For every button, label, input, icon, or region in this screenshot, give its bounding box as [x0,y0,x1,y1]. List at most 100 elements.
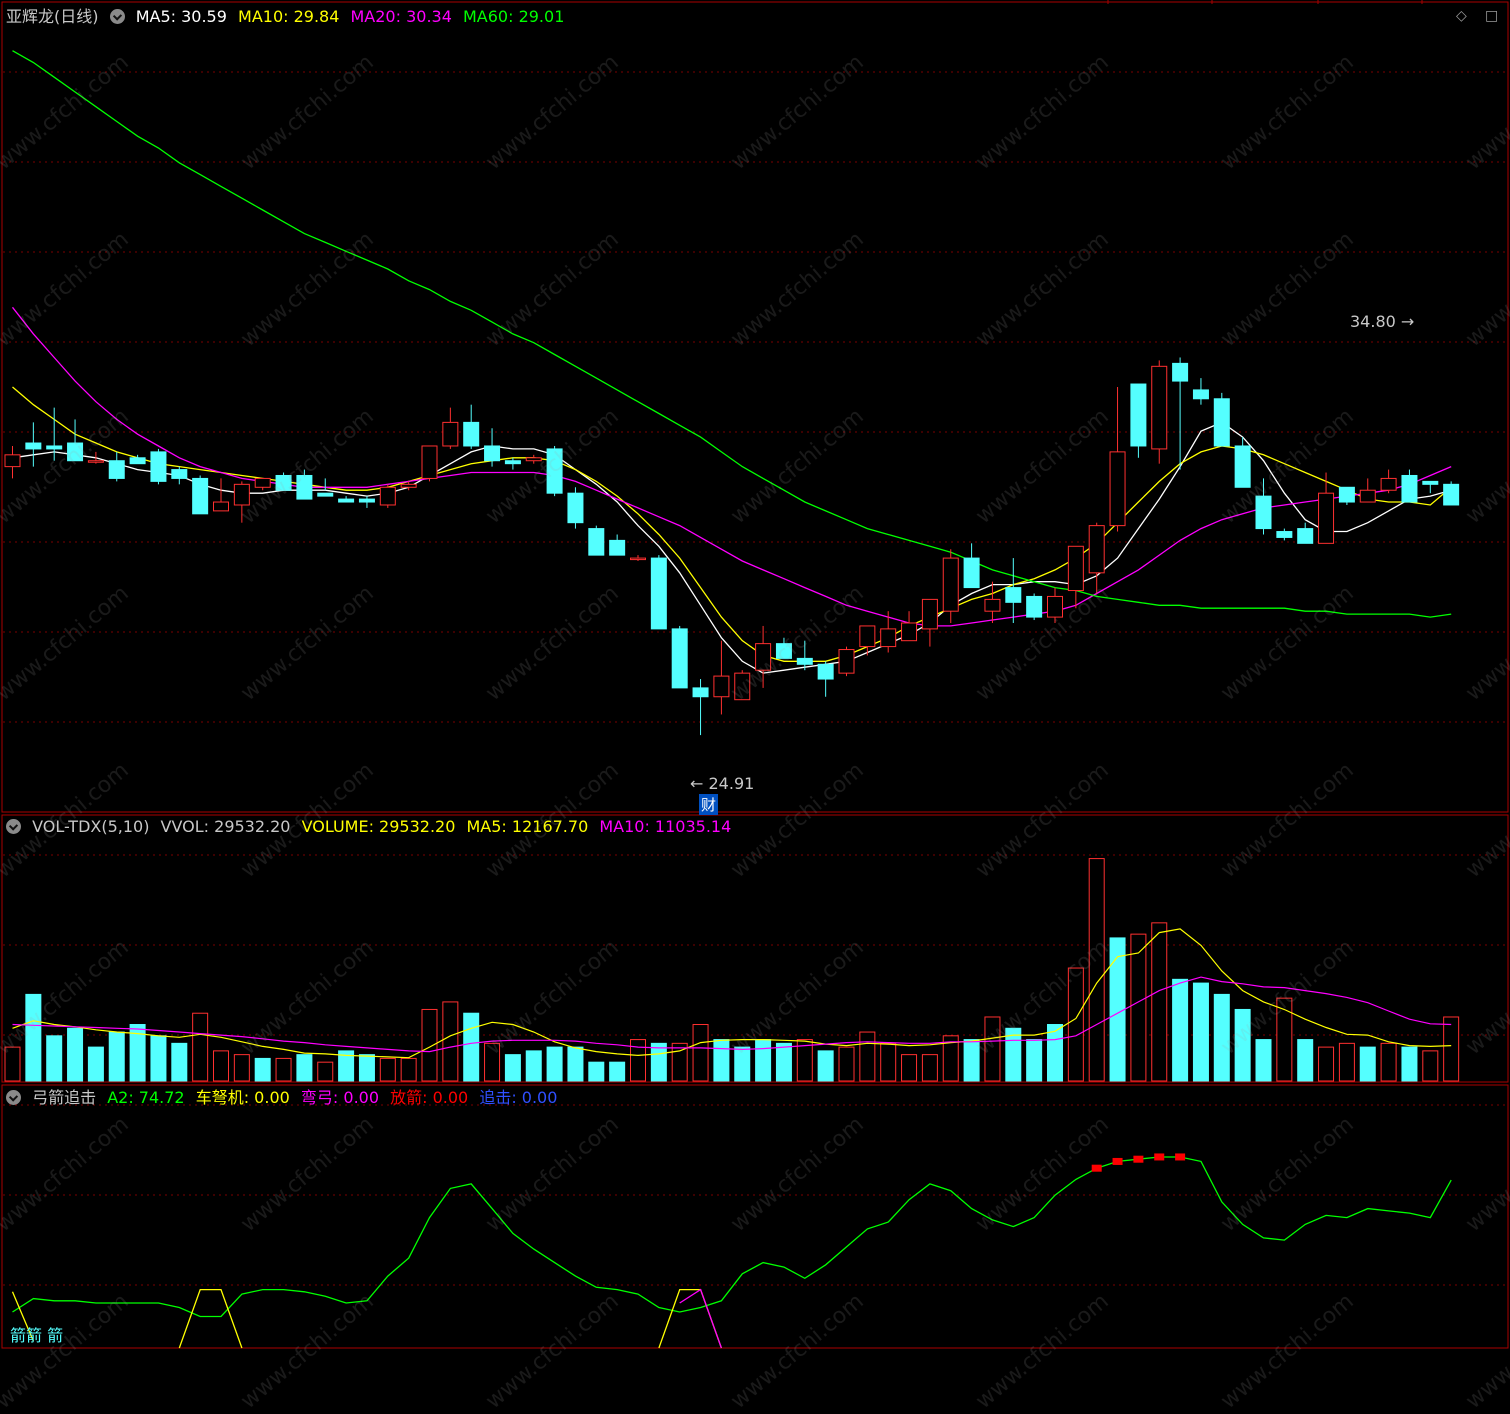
volume-bar [379,1057,396,1082]
volume-bar [25,993,42,1082]
volume-bar [1422,1050,1439,1082]
candle-body [1255,495,1272,530]
volume-bar [1130,933,1147,1082]
volume-bar [1172,978,1189,1082]
candle-body [129,457,146,465]
candle-body [963,557,980,589]
volume-bar [108,1031,125,1082]
volume-bar [588,1061,605,1082]
volume-bar [963,1039,980,1082]
candle-body [984,598,1001,612]
volume-bar [838,1046,855,1082]
legend-ma20: MA20: 30.34 [350,7,452,26]
candle-body [713,675,730,698]
chart-canvas[interactable] [0,0,1510,1350]
volume-bar [4,1046,21,1082]
candle-body [108,460,125,479]
volume-bar [1276,997,1293,1082]
volume-bar [1401,1046,1418,1082]
candle-body [1192,389,1209,400]
volume-bar [484,1042,501,1082]
candle-body [630,557,646,561]
candle-body [609,539,626,556]
candle-body [484,445,501,462]
volume-bar [901,1054,918,1082]
close-square-icon[interactable]: □ [1485,8,1498,24]
legend-chenuji: 车弩机: 0.00 [195,1088,290,1107]
volume-bar [358,1054,375,1082]
candle-body [1109,451,1126,527]
volume-bar [713,1039,730,1082]
candle-body [192,477,209,515]
candle-body [796,657,813,665]
candle-body [838,649,855,674]
volume-bar [775,1042,792,1082]
candle-body [358,498,375,503]
volume-bar [650,1042,667,1082]
volume-bar [150,1035,167,1082]
candle-body [1234,445,1251,488]
fangjian-marker [1112,1157,1123,1165]
candle-body [1213,398,1230,447]
candle-body [1338,486,1355,503]
volume-bar [296,1054,313,1082]
volume-bar [400,1057,417,1082]
legend-volume: VOLUME: 29532.20 [301,817,456,836]
volume-bar [880,1042,897,1082]
candle-body [463,421,480,447]
candle-body [1130,383,1147,447]
volume-bar [692,1024,709,1082]
candle-body [254,477,271,488]
stock-name: 亚辉龙 [6,7,55,26]
stock-period: (日线) [54,7,99,26]
legend-vol-title: VOL-TDX(5,10) [32,817,150,836]
volume-bar [1380,1042,1397,1082]
volume-bar [1443,1016,1460,1082]
candle-body [275,474,292,491]
legend-vvol: VVOL: 29532.20 [160,817,291,836]
volume-bar [609,1061,626,1082]
volume-bar [1255,1039,1272,1082]
volume-bar [734,1046,751,1082]
candle-body [1422,480,1439,485]
volume-bar [1234,1008,1251,1082]
candle-body [379,486,396,506]
legend-fangjian: 放箭: 0.00 [390,1088,469,1107]
candle-body [755,643,772,671]
volume-bar [1067,967,1084,1082]
legend-vol-ma5: MA5: 12167.70 [466,817,589,836]
volume-bar [233,1054,250,1082]
candle-body [1401,474,1418,503]
candle-body [1088,525,1105,574]
candle-body [25,442,42,450]
candle-body [671,628,688,689]
event-tag-cai[interactable]: 财 [699,794,719,815]
indicator-line-车弩机 [11,1288,723,1349]
candle-body [317,492,334,497]
legend-ma5: MA5: 30.59 [135,7,227,26]
volume-bar [1338,1042,1355,1082]
candle-body [46,445,63,450]
candle-body [1172,362,1189,382]
volume-bar [421,1008,438,1082]
candle-body [1443,483,1460,506]
candle-body [1047,595,1063,618]
volume-bar [87,1046,104,1082]
candle-body [1026,595,1043,618]
legend-wangong: 弯弓: 0.00 [300,1088,380,1107]
volume-bar [921,1054,938,1082]
volume-legend: VOL-TDX(5,10) VVOL: 29532.20 VOLUME: 295… [6,816,737,838]
candle-body [567,492,584,524]
volume-bar [1318,1046,1335,1082]
volume-bar [275,1057,292,1082]
candle-body [296,474,313,500]
volume-bar [254,1057,271,1082]
volume-bar [567,1046,584,1082]
volume-settings-icon[interactable] [6,819,21,834]
expand-diamond-icon[interactable]: ◇ [1456,8,1467,24]
settings-toggle-icon[interactable] [109,9,125,24]
candle-body [421,445,438,479]
volume-bar [213,1050,229,1082]
indicator-settings-icon[interactable] [6,1090,21,1105]
volume-bar [171,1042,188,1082]
